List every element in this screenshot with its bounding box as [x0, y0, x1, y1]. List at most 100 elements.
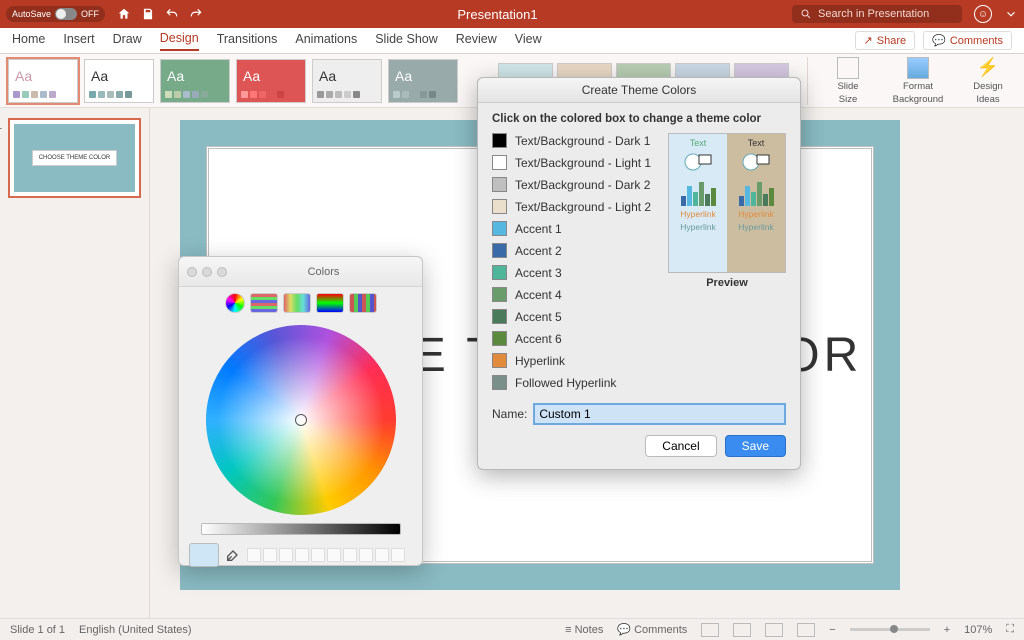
zoom-slider[interactable]: [850, 628, 930, 631]
slide-size-button[interactable]: SlideSize: [820, 57, 876, 105]
slide-thumbnail[interactable]: 1 CHOOSE THEME COLOR: [8, 118, 141, 198]
color-swatch[interactable]: [492, 375, 507, 390]
slide-info: Slide 1 of 1: [10, 624, 65, 636]
theme-color-row[interactable]: Accent 4: [492, 287, 656, 302]
theme-color-row[interactable]: Accent 2: [492, 243, 656, 258]
color-row-label: Text/Background - Dark 1: [515, 134, 650, 148]
theme-color-row[interactable]: Text/Background - Dark 1: [492, 133, 656, 148]
chevron-down-icon[interactable]: [1004, 7, 1018, 21]
ribbon-tabs: Home Insert Draw Design Transitions Anim…: [0, 28, 1024, 54]
window-controls[interactable]: [187, 267, 227, 277]
tab-home[interactable]: Home: [12, 32, 45, 50]
home-icon[interactable]: [117, 7, 131, 21]
slide-thumbnails-pane: 1 CHOOSE THEME COLOR: [0, 108, 150, 618]
notes-button[interactable]: ≡ Notes: [565, 624, 603, 636]
reading-view-icon[interactable]: [765, 623, 783, 637]
theme-color-row[interactable]: Accent 5: [492, 309, 656, 324]
slideshow-view-icon[interactable]: [797, 623, 815, 637]
theme-thumb[interactable]: Aa: [8, 59, 78, 103]
quick-access-toolbar: [117, 7, 203, 21]
color-swatch[interactable]: [492, 155, 507, 170]
theme-thumb[interactable]: Aa: [388, 59, 458, 103]
design-ideas-button[interactable]: ⚡DesignIdeas: [960, 57, 1016, 105]
color-wheel-mode-icon[interactable]: [225, 293, 245, 313]
fit-to-window-icon[interactable]: ⛶: [1006, 623, 1014, 636]
theme-color-row[interactable]: Accent 1: [492, 221, 656, 236]
theme-name-input[interactable]: [533, 403, 786, 425]
theme-thumb[interactable]: Aa: [236, 59, 306, 103]
color-swatch[interactable]: [492, 199, 507, 214]
mini-chart-icon: [739, 180, 774, 206]
color-swatch[interactable]: [492, 265, 507, 280]
tab-transitions[interactable]: Transitions: [217, 32, 278, 50]
color-row-label: Followed Hyperlink: [515, 376, 616, 390]
tab-review[interactable]: Review: [456, 32, 497, 50]
colors-picker-panel: Colors: [178, 256, 423, 566]
thumb-title: CHOOSE THEME COLOR: [32, 150, 118, 166]
pencils-mode-icon[interactable]: [349, 293, 377, 313]
color-row-label: Accent 3: [515, 266, 562, 280]
theme-color-row[interactable]: Text/Background - Dark 2: [492, 177, 656, 192]
theme-thumb[interactable]: Aa: [312, 59, 382, 103]
save-icon[interactable]: [141, 7, 155, 21]
comments-button[interactable]: 💬 Comments: [923, 31, 1012, 50]
theme-color-row[interactable]: Hyperlink: [492, 353, 656, 368]
color-swatch[interactable]: [492, 243, 507, 258]
language-status[interactable]: English (United States): [79, 624, 192, 636]
recent-swatches[interactable]: [247, 548, 405, 562]
zoom-percent[interactable]: 107%: [964, 624, 992, 636]
theme-color-list: Text/Background - Dark 1 Text/Background …: [492, 133, 656, 397]
color-swatch[interactable]: [492, 177, 507, 192]
format-background-button[interactable]: FormatBackground: [890, 57, 946, 105]
color-row-label: Accent 1: [515, 222, 562, 236]
color-wheel[interactable]: [206, 325, 396, 515]
tab-design[interactable]: Design: [160, 31, 199, 51]
color-row-label: Accent 2: [515, 244, 562, 258]
theme-color-row[interactable]: Text/Background - Light 1: [492, 155, 656, 170]
zoom-in-icon[interactable]: +: [944, 624, 950, 636]
color-swatch[interactable]: [492, 133, 507, 148]
color-swatch[interactable]: [492, 309, 507, 324]
color-swatch[interactable]: [492, 287, 507, 302]
undo-icon[interactable]: [165, 7, 179, 21]
color-row-label: Text/Background - Light 2: [515, 200, 651, 214]
comments-status-button[interactable]: 💬 Comments: [617, 623, 687, 636]
zoom-out-icon[interactable]: −: [829, 624, 835, 636]
title-bar: AutoSave OFF Presentation1 Search in Pre…: [0, 0, 1024, 28]
dialog-title: Create Theme Colors: [478, 78, 800, 103]
tab-draw[interactable]: Draw: [113, 32, 142, 50]
share-button[interactable]: ↗ Share: [855, 31, 916, 50]
sorter-view-icon[interactable]: [733, 623, 751, 637]
tab-animations[interactable]: Animations: [295, 32, 357, 50]
theme-color-row[interactable]: Text/Background - Light 2: [492, 199, 656, 214]
color-mode-tabs: [179, 287, 422, 319]
feedback-icon[interactable]: ☺: [974, 5, 992, 23]
theme-color-row[interactable]: Followed Hyperlink: [492, 375, 656, 390]
color-row-label: Text/Background - Light 1: [515, 156, 651, 170]
color-row-label: Accent 5: [515, 310, 562, 324]
save-button[interactable]: Save: [725, 435, 786, 457]
color-swatch[interactable]: [492, 353, 507, 368]
document-title: Presentation1: [209, 7, 786, 22]
cancel-button[interactable]: Cancel: [645, 435, 716, 457]
theme-color-row[interactable]: Accent 3: [492, 265, 656, 280]
color-swatch[interactable]: [492, 221, 507, 236]
theme-thumb[interactable]: Aa: [160, 59, 230, 103]
autosave-toggle[interactable]: AutoSave OFF: [6, 6, 105, 22]
tab-insert[interactable]: Insert: [63, 32, 94, 50]
color-swatch[interactable]: [492, 331, 507, 346]
tab-slideshow[interactable]: Slide Show: [375, 32, 438, 50]
picked-color-swatch[interactable]: [189, 543, 219, 567]
create-theme-colors-dialog: Create Theme Colors Click on the colored…: [477, 77, 801, 470]
theme-color-row[interactable]: Accent 6: [492, 331, 656, 346]
normal-view-icon[interactable]: [701, 623, 719, 637]
tab-view[interactable]: View: [515, 32, 542, 50]
redo-icon[interactable]: [189, 7, 203, 21]
sliders-mode-icon[interactable]: [250, 293, 278, 313]
brightness-slider[interactable]: [201, 523, 401, 535]
search-input[interactable]: Search in Presentation: [792, 5, 962, 23]
eyedropper-icon[interactable]: [225, 547, 241, 563]
theme-thumb[interactable]: Aa: [84, 59, 154, 103]
palettes-mode-icon[interactable]: [283, 293, 311, 313]
spectrum-mode-icon[interactable]: [316, 293, 344, 313]
